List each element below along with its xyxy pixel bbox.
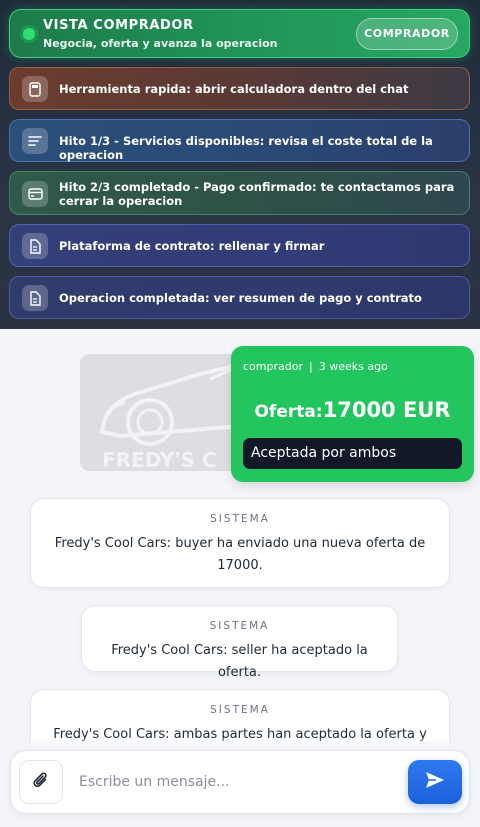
send-icon — [425, 771, 445, 793]
offer-label: Oferta: — [254, 402, 323, 422]
system-text: Fredy's Cool Cars: seller ha aceptado la… — [111, 643, 368, 680]
send-button[interactable] — [408, 760, 462, 804]
role-subtitle: Negocia, oferta y avanza la operacion — [43, 37, 278, 50]
message-input[interactable] — [69, 761, 399, 803]
offer-time: 3 weeks ago — [318, 360, 388, 373]
offer-meta: comprador | 3 weeks ago — [243, 360, 388, 373]
attach-button[interactable] — [19, 760, 63, 804]
system-tag: SISTEMA — [210, 704, 270, 716]
step-label: Hito 2/3 completado - Pago confirmado: t… — [59, 180, 455, 208]
step-calculator[interactable]: Herramienta rapida: abrir calculadora de… — [9, 67, 470, 110]
document-icon — [22, 233, 48, 259]
role-button[interactable]: COMPRADOR — [356, 18, 458, 50]
step-summary[interactable]: Operacion completada: ver resumen de pag… — [9, 276, 470, 319]
system-tag: SISTEMA — [209, 620, 270, 632]
car-image-caption: FREDY'S C — [102, 448, 217, 471]
offer-value: 17000 EUR — [322, 398, 451, 422]
offer-message: comprador | 3 weeks ago Oferta:17000 EUR A… — [231, 346, 474, 482]
workflow-panel: VISTA COMPRADOR Negocia, oferta y avanza… — [0, 0, 480, 329]
buyer-view-banner: VISTA COMPRADOR Negocia, oferta y avanza… — [9, 9, 470, 58]
meta-separator: | — [308, 360, 313, 373]
list-icon — [22, 128, 48, 154]
calculator-icon — [22, 76, 48, 102]
document-icon — [22, 285, 48, 311]
step-label: Operacion completada: ver resumen de pag… — [59, 291, 422, 305]
role-title: VISTA COMPRADOR — [43, 18, 194, 33]
system-text: Fredy's Cool Cars: buyer ha enviado una … — [54, 536, 426, 573]
step-payment[interactable]: Hito 2/3 completado - Pago confirmado: t… — [9, 171, 470, 215]
system-message: SISTEMA Fredy's Cool Cars: buyer ha envi… — [30, 498, 450, 588]
system-message: SISTEMA Fredy's Cool Cars: seller ha ace… — [81, 605, 398, 680]
step-contract[interactable]: Plataforma de contrato: rellenar y firma… — [9, 224, 470, 267]
offer-amount: Oferta:17000 EUR — [231, 398, 474, 422]
step-label: Herramienta rapida: abrir calculadora de… — [59, 82, 409, 96]
offer-status-badge: Aceptada por ambos — [243, 438, 462, 469]
step-label: Plataforma de contrato: rellenar y firma… — [59, 239, 325, 253]
card-icon — [22, 181, 48, 207]
message-composer — [10, 750, 470, 814]
status-dot-icon — [23, 28, 35, 40]
step-services[interactable]: Hito 1/3 - Servicios disponibles: revisa… — [9, 119, 470, 162]
offer-sender: comprador — [243, 360, 303, 373]
system-tag: SISTEMA — [210, 513, 270, 525]
paperclip-icon — [31, 770, 51, 794]
step-label: Hito 1/3 - Servicios disponibles: revisa… — [59, 134, 433, 162]
